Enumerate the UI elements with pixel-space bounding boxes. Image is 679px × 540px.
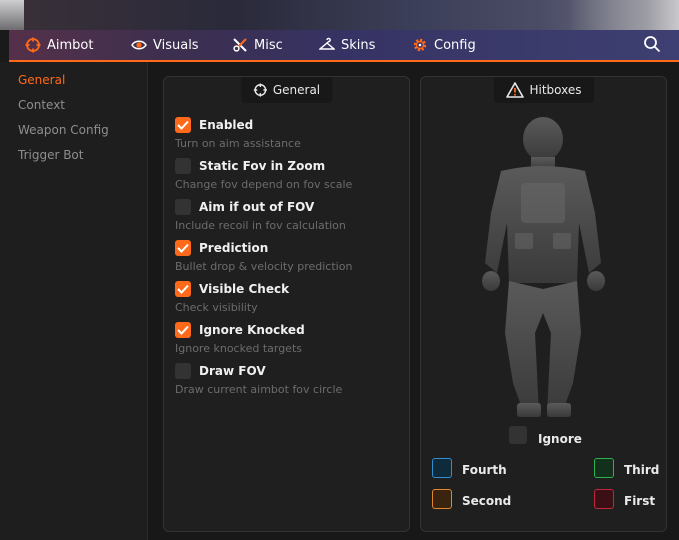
eye-icon (131, 40, 147, 50)
sidebar-item-context[interactable]: Context (18, 98, 65, 112)
hitboxes-panel: Hitboxes Ignore Fourth Third Second Firs… (420, 76, 667, 532)
static-fov-checkbox[interactable] (175, 158, 191, 174)
tab-label: Skins (341, 37, 376, 53)
third-checkbox[interactable] (594, 458, 614, 478)
first-label: First (624, 494, 656, 508)
check-icon (177, 284, 189, 294)
ignore-knocked-checkbox[interactable] (175, 322, 191, 338)
check-icon (177, 325, 189, 335)
option-description: Draw current aimbot fov circle (175, 383, 343, 396)
tab-label: Aimbot (47, 37, 94, 53)
option-description: Change fov depend on fov scale (175, 178, 353, 191)
hanger-icon (319, 37, 335, 50)
tab-skins[interactable]: Skins (319, 30, 375, 60)
second-checkbox[interactable] (432, 489, 452, 509)
hitboxes-panel-header: Hitboxes (493, 77, 594, 103)
general-panel-header: General (240, 77, 333, 103)
option-label: Visible Check (199, 282, 290, 296)
tab-visuals[interactable]: Visuals (131, 30, 199, 60)
option-label: Prediction (199, 241, 269, 255)
character-model (482, 117, 605, 417)
option-description: Ignore knocked targets (175, 342, 302, 355)
enabled-checkbox[interactable] (175, 117, 191, 133)
first-checkbox[interactable] (594, 489, 614, 509)
tab-label: Misc (254, 37, 283, 53)
prediction-checkbox[interactable] (175, 240, 191, 256)
gear-icon (413, 38, 427, 52)
top-nav: Aimbot Visuals Misc Skins Config (9, 30, 679, 62)
draw-fov-checkbox[interactable] (175, 363, 191, 379)
fourth-checkbox[interactable] (432, 458, 452, 478)
crosshair-icon (253, 83, 267, 97)
option-description: Include recoil in fov calculation (175, 219, 346, 232)
option-label: Aim if out of FOV (199, 200, 315, 214)
general-panel-title: General (272, 83, 321, 97)
second-label: Second (462, 494, 512, 508)
sidebar-item-weapon-config[interactable]: Weapon Config (18, 123, 109, 137)
tab-label: Config (434, 37, 476, 53)
option-description: Check visibility (175, 301, 258, 314)
visible-check-checkbox[interactable] (175, 281, 191, 297)
option-label: Enabled (199, 118, 254, 132)
tab-misc[interactable]: Misc (232, 30, 283, 60)
main-content: General Enabled Turn on aim assistance S… (148, 62, 679, 540)
option-label: Ignore Knocked (199, 323, 305, 337)
sidebar-item-general[interactable]: General (18, 73, 65, 87)
option-label: Draw FOV (199, 364, 266, 378)
crosshair-icon (25, 37, 41, 53)
option-description: Bullet drop & velocity prediction (175, 260, 353, 273)
sidebar-item-trigger-bot[interactable]: Trigger Bot (18, 148, 83, 162)
ignore-label: Ignore (538, 432, 582, 446)
sidebar: General Context Weapon Config Trigger Bo… (0, 62, 148, 540)
tab-aimbot[interactable]: Aimbot (25, 30, 93, 60)
search-button[interactable] (643, 35, 661, 57)
third-label: Third (624, 463, 660, 477)
ignore-checkbox[interactable] (509, 426, 527, 444)
aim-out-of-fov-checkbox[interactable] (175, 199, 191, 215)
tab-label: Visuals (153, 37, 199, 53)
check-icon (177, 120, 189, 130)
option-label: Static Fov in Zoom (199, 159, 326, 173)
background-strip (0, 0, 679, 30)
hitboxes-panel-title: Hitboxes (529, 83, 582, 97)
tools-icon (233, 38, 247, 52)
fourth-label: Fourth (462, 463, 507, 477)
warning-icon (505, 82, 524, 98)
search-icon (644, 36, 661, 53)
tab-config[interactable]: Config (412, 30, 476, 60)
check-icon (177, 243, 189, 253)
option-description: Turn on aim assistance (175, 137, 301, 150)
general-panel: General Enabled Turn on aim assistance S… (163, 76, 410, 532)
